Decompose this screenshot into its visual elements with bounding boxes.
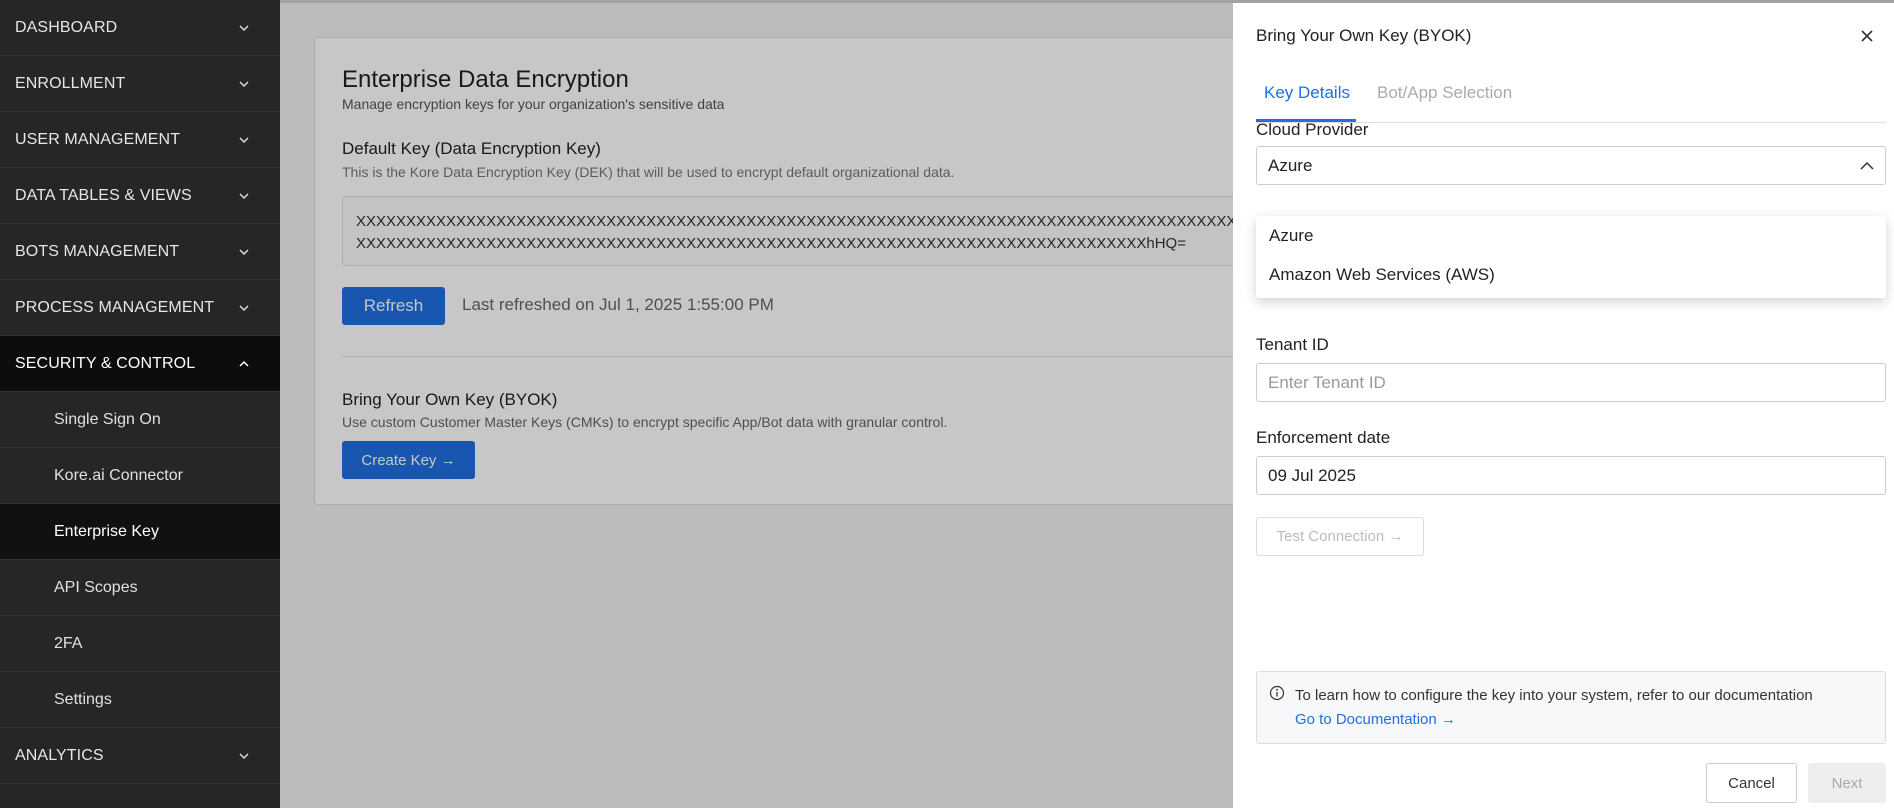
nav-label: DATA TABLES & VIEWS [15,186,192,204]
cloud-provider-dropdown: Azure Amazon Web Services (AWS) [1256,216,1886,298]
drawer-title: Bring Your Own Key (BYOK) [1256,26,1472,45]
option-azure[interactable]: Azure [1256,216,1886,255]
sidebar-item-enterprise-key[interactable]: Enterprise Key [0,504,280,560]
sub-label: Settings [54,690,112,708]
cancel-button[interactable]: Cancel [1706,763,1797,803]
nav-label: DASHBOARD [15,18,118,36]
enforcement-date-input[interactable]: 09 Jul 2025 [1256,456,1886,495]
nav-dashboard[interactable]: DASHBOARD [0,0,280,56]
chevron-down-icon [236,244,252,260]
nav-label: PROCESS MANAGEMENT [15,298,215,316]
sub-label: 2FA [54,634,83,652]
nav-security-control[interactable]: SECURITY & CONTROL [0,336,280,392]
tenant-id-placeholder: Enter Tenant ID [1268,372,1386,392]
tab-bot-app-selection[interactable]: Bot/App Selection [1377,83,1512,103]
next-button[interactable]: Next [1808,763,1886,803]
tab-key-details[interactable]: Key Details [1264,83,1350,103]
sub-label: Enterprise Key [54,522,159,540]
cloud-provider-label: Cloud Provider [1256,120,1369,139]
documentation-link[interactable]: Go to Documentation → [1295,711,1456,728]
nav-process-management[interactable]: PROCESS MANAGEMENT [0,280,280,336]
close-icon[interactable] [1858,27,1876,45]
chevron-down-icon [236,132,252,148]
tenant-id-input[interactable]: Enter Tenant ID [1256,363,1886,402]
chevron-down-icon [236,20,252,36]
nav-user-management[interactable]: USER MANAGEMENT [0,112,280,168]
documentation-info: To learn how to configure the key into y… [1256,671,1886,744]
info-text: To learn how to configure the key into y… [1295,687,1813,704]
nav-label: USER MANAGEMENT [15,130,181,148]
sidebar-item-single-sign-on[interactable]: Single Sign On [0,392,280,448]
nav-enrollment[interactable]: ENROLLMENT [0,56,280,112]
byok-drawer: Bring Your Own Key (BYOK) Key Details Bo… [1233,3,1894,808]
sub-label: Kore.ai Connector [54,466,183,484]
nav-bots-management[interactable]: BOTS MANAGEMENT [0,224,280,280]
sub-label: Single Sign On [54,410,161,428]
sidebar-item-koreai-connector[interactable]: Kore.ai Connector [0,448,280,504]
enforcement-date-value: 09 Jul 2025 [1268,465,1356,485]
chevron-down-icon [236,76,252,92]
sub-label: API Scopes [54,578,138,596]
nav-label: BOTS MANAGEMENT [15,242,180,260]
cloud-provider-value: Azure [1268,155,1313,175]
nav-data-tables-views[interactable]: DATA TABLES & VIEWS [0,168,280,224]
nav-analytics[interactable]: ANALYTICS [0,728,280,784]
sidebar: DASHBOARD ENROLLMENT USER MANAGEMENT DAT… [0,0,280,808]
enforcement-date-label: Enforcement date [1256,428,1391,447]
info-icon [1269,685,1285,701]
sidebar-item-settings[interactable]: Settings [0,672,280,728]
cloud-provider-select[interactable]: Azure [1256,146,1886,185]
tenant-id-label: Tenant ID [1256,335,1329,354]
test-connection-button[interactable]: Test Connection → [1256,517,1424,556]
drawer-tabs: Key Details Bot/App Selection [1256,61,1886,123]
chevron-up-icon [236,356,252,372]
nav-label: SECURITY & CONTROL [15,354,196,372]
chevron-down-icon [236,748,252,764]
chevron-up-icon [1860,156,1874,176]
option-aws[interactable]: Amazon Web Services (AWS) [1256,255,1886,294]
sidebar-item-api-scopes[interactable]: API Scopes [0,560,280,616]
chevron-down-icon [236,300,252,316]
sidebar-item-2fa[interactable]: 2FA [0,616,280,672]
chevron-down-icon [236,188,252,204]
nav-label: ANALYTICS [15,746,104,764]
nav-label: ENROLLMENT [15,74,126,92]
